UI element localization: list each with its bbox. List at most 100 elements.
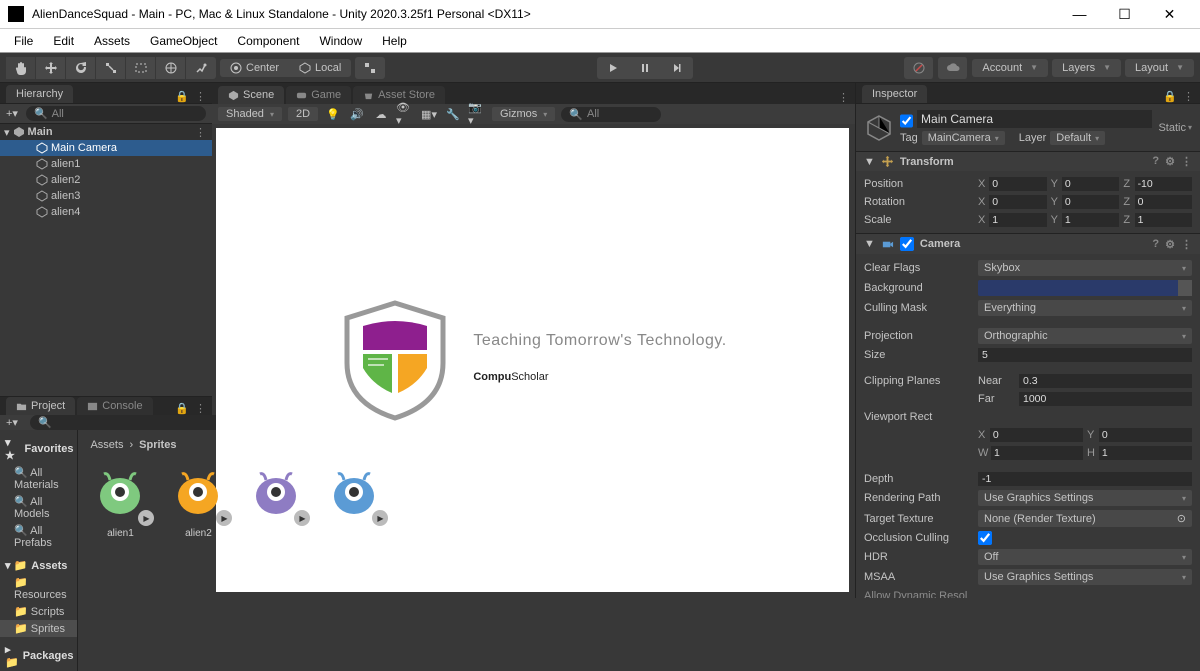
hidden-icon[interactable]: 👁▾: [396, 106, 414, 122]
preset-icon[interactable]: ⚙: [1165, 155, 1175, 168]
menu-gameobject[interactable]: GameObject: [140, 30, 227, 52]
create-dropdown[interactable]: +▾: [6, 107, 18, 120]
menu-help[interactable]: Help: [372, 30, 417, 52]
rotation-y[interactable]: [1062, 195, 1119, 209]
static-dropdown[interactable]: Static▾: [1158, 122, 1192, 134]
help-icon[interactable]: ?: [1152, 238, 1159, 251]
lock-icon[interactable]: 🔒: [175, 90, 189, 103]
hierarchy-item[interactable]: Main Camera: [0, 140, 212, 156]
gizmos-dropdown[interactable]: Gizmos ▾: [492, 107, 555, 121]
preset-icon[interactable]: ⚙: [1165, 238, 1175, 251]
menu-icon[interactable]: ⋮: [1183, 90, 1194, 103]
rotate-tool[interactable]: [66, 57, 96, 79]
menu-window[interactable]: Window: [309, 30, 372, 52]
tab-scene[interactable]: Scene: [218, 86, 284, 104]
tree-favorites[interactable]: ▾ ★ Favorites: [0, 434, 77, 464]
close-button[interactable]: ✕: [1147, 0, 1192, 28]
minimize-button[interactable]: —: [1057, 0, 1102, 28]
scale-tool[interactable]: [96, 57, 126, 79]
hierarchy-item[interactable]: alien3: [0, 188, 212, 204]
menu-icon[interactable]: ⋮: [195, 402, 206, 415]
menu-edit[interactable]: Edit: [43, 30, 84, 52]
tree-item[interactable]: 📁 Scripts: [0, 603, 77, 620]
audio-icon[interactable]: 🔊: [348, 106, 366, 122]
layers-dropdown[interactable]: Layers▼: [1052, 59, 1121, 77]
prop-hdr: HDROff▾: [864, 547, 1192, 567]
layer-dropdown[interactable]: Default▾: [1050, 131, 1105, 145]
tab-console[interactable]: Console: [77, 397, 152, 415]
fx-icon[interactable]: ☁: [372, 106, 390, 122]
scene-search[interactable]: 🔍All: [561, 107, 661, 122]
transform-header[interactable]: ▼ Transform?⚙⋮: [856, 152, 1200, 171]
scale-x[interactable]: [989, 213, 1046, 227]
move-tool[interactable]: [36, 57, 66, 79]
pivot-local[interactable]: Local: [289, 59, 351, 77]
lock-icon[interactable]: 🔒: [175, 402, 189, 415]
light-icon[interactable]: 💡: [324, 106, 342, 122]
scale-y[interactable]: [1062, 213, 1119, 227]
tree-item[interactable]: 🔍 All Materials: [0, 464, 77, 493]
scene-row[interactable]: ▾ Main ⋮: [0, 124, 212, 140]
tab-project[interactable]: Project: [6, 397, 75, 415]
rect-tool[interactable]: [126, 57, 156, 79]
background-color[interactable]: [978, 280, 1192, 296]
tools-icon[interactable]: 🔧: [444, 106, 462, 122]
snap-toggle[interactable]: [355, 57, 385, 79]
cloud-icon[interactable]: [938, 57, 968, 79]
menu-icon[interactable]: ⋮: [195, 90, 206, 103]
menu-icon[interactable]: ⋮: [1181, 155, 1192, 168]
camera-enabled[interactable]: [900, 237, 914, 251]
main-toolbar: Center Local Account▼ Layers▼ Layout▼: [0, 53, 1200, 83]
tab-inspector[interactable]: Inspector: [862, 85, 927, 103]
menu-icon[interactable]: ⋮: [838, 91, 849, 104]
position-x[interactable]: [989, 177, 1046, 191]
pivot-center[interactable]: Center: [220, 59, 289, 77]
menu-icon[interactable]: ⋮: [1181, 238, 1192, 251]
hierarchy-item[interactable]: alien4: [0, 204, 212, 220]
tree-item[interactable]: 🔍 All Models: [0, 493, 77, 522]
collab-icon[interactable]: [904, 57, 934, 79]
step-button[interactable]: [661, 57, 693, 79]
tree-item[interactable]: 📁 Resources: [0, 574, 77, 603]
hand-tool[interactable]: [6, 57, 36, 79]
rotation-z[interactable]: [1135, 195, 1192, 209]
menu-component[interactable]: Component: [227, 30, 309, 52]
lock-icon[interactable]: 🔒: [1163, 90, 1177, 103]
transform-tool[interactable]: [156, 57, 186, 79]
camera-icon[interactable]: 📷▾: [468, 106, 486, 122]
tab-game[interactable]: Game: [286, 86, 351, 104]
position-y[interactable]: [1062, 177, 1119, 191]
account-dropdown[interactable]: Account▼: [972, 59, 1048, 77]
tag-dropdown[interactable]: MainCamera▾: [922, 131, 1005, 145]
hierarchy-item[interactable]: alien2: [0, 172, 212, 188]
custom-tool[interactable]: [186, 57, 216, 79]
hierarchy-item[interactable]: alien1: [0, 156, 212, 172]
create-dropdown[interactable]: +▾: [6, 416, 18, 429]
tree-packages[interactable]: ▸ 📁 Packages: [0, 641, 77, 671]
menu-file[interactable]: File: [4, 30, 43, 52]
layout-dropdown[interactable]: Layout▼: [1125, 59, 1194, 77]
shading-dropdown[interactable]: Shaded ▾: [218, 107, 282, 121]
object-name-field[interactable]: [917, 110, 1152, 128]
prop-viewport-rect: Viewport Rect: [864, 408, 1192, 426]
position-z[interactable]: [1135, 177, 1192, 191]
tab-hierarchy[interactable]: Hierarchy: [6, 85, 73, 103]
rotation-x[interactable]: [989, 195, 1046, 209]
tree-item[interactable]: 📁 Sprites: [0, 620, 77, 637]
maximize-button[interactable]: ☐: [1102, 0, 1147, 28]
play-button[interactable]: [597, 57, 629, 79]
grid-icon[interactable]: ▦▾: [420, 106, 438, 122]
help-icon[interactable]: ?: [1152, 155, 1159, 168]
menu-assets[interactable]: Assets: [84, 30, 140, 52]
pause-button[interactable]: [629, 57, 661, 79]
2d-toggle[interactable]: 2D: [288, 107, 318, 121]
transform-tools: [6, 57, 216, 79]
enabled-checkbox[interactable]: [900, 114, 913, 128]
hierarchy-search[interactable]: 🔍All: [26, 106, 206, 121]
scene-canvas[interactable]: Teaching Tomorrow's Technology. CompuSch…: [216, 128, 849, 592]
tree-item[interactable]: 🔍 All Prefabs: [0, 522, 77, 551]
scale-z[interactable]: [1135, 213, 1192, 227]
tree-assets[interactable]: ▾ 📁 Assets: [0, 557, 77, 574]
camera-header[interactable]: ▼ Camera?⚙⋮: [856, 234, 1200, 254]
asset-item[interactable]: ▶alien1: [88, 460, 152, 539]
